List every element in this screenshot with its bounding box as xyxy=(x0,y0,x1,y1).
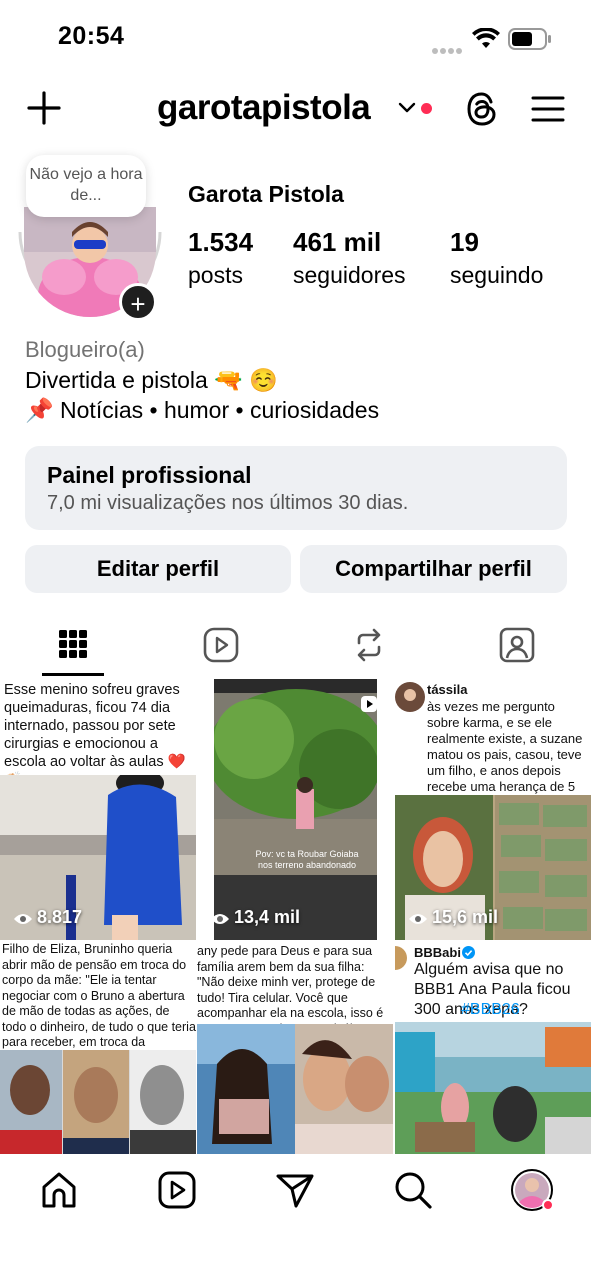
view-count: 15,6 mil xyxy=(432,907,499,927)
author-avatar xyxy=(395,946,407,970)
signal-dots-icon xyxy=(432,41,464,54)
view-count: 8.817 xyxy=(37,907,83,927)
active-tab-indicator xyxy=(42,673,104,676)
bio-line-2: 📌 Notícias • humor • curiosidades xyxy=(25,397,380,423)
reels-icon[interactable] xyxy=(155,1168,199,1212)
chevron-down-icon[interactable] xyxy=(397,100,417,116)
grid-icon[interactable] xyxy=(53,624,93,666)
post-image xyxy=(0,1050,196,1154)
post-author: tássila xyxy=(427,682,468,697)
grid-post-5[interactable]: any pede para Deus e para sua família ar… xyxy=(197,942,393,1154)
dashboard-subtitle: 7,0 mi visualizações nos últimos 30 dias… xyxy=(47,492,409,514)
following-count[interactable]: 19 xyxy=(450,227,479,258)
battery-icon xyxy=(508,28,551,50)
eye-icon xyxy=(211,914,229,924)
status-time: 20:54 xyxy=(58,22,125,50)
username-title[interactable]: garotapistola xyxy=(157,88,371,128)
post-image xyxy=(197,1024,393,1154)
notification-dot xyxy=(421,103,432,114)
post-image xyxy=(395,1022,591,1154)
wifi-icon xyxy=(472,28,500,48)
menu-icon[interactable] xyxy=(530,94,566,124)
profile-note[interactable]: Não vejo a hora de... xyxy=(26,155,146,217)
reels-tab-icon[interactable] xyxy=(201,624,241,666)
bio-line-1: Divertida e pistola 🔫 ☺️ xyxy=(25,367,278,393)
posts-count[interactable]: 1.534 xyxy=(188,227,253,258)
view-count: 13,4 mil xyxy=(234,907,301,927)
dashboard-title: Painel profissional xyxy=(47,462,252,488)
followers-count[interactable]: 461 mil xyxy=(293,227,381,258)
tagged-icon[interactable] xyxy=(497,624,537,666)
followers-label[interactable]: seguidores xyxy=(293,262,406,289)
edit-profile-button[interactable]: Editar perfil xyxy=(25,545,291,593)
posts-label[interactable]: posts xyxy=(188,262,243,289)
author-avatar xyxy=(395,682,425,712)
verified-icon xyxy=(462,946,475,959)
grid-post-3[interactable]: tássila às vezes me pergunto sobre karma… xyxy=(395,679,591,940)
search-icon[interactable] xyxy=(391,1168,435,1212)
grid-post-4[interactable]: Filho de Eliza, Bruninho queria abrir mã… xyxy=(0,942,196,1154)
post-caption: Esse menino sofreu graves queimaduras, f… xyxy=(4,682,186,788)
post-overlay: Pov: vc ta Roubar Goiaba nos terreno aba… xyxy=(255,849,359,870)
share-profile-button[interactable]: Compartilhar perfil xyxy=(300,545,567,593)
direct-icon[interactable] xyxy=(273,1168,317,1212)
grid-post-1[interactable]: Esse menino sofreu graves queimaduras, f… xyxy=(0,679,196,940)
create-icon[interactable] xyxy=(24,86,64,130)
grid-post-2[interactable]: Pov: vc ta Roubar Goiaba nos terreno aba… xyxy=(197,679,393,940)
eye-icon xyxy=(409,914,427,924)
add-story-button[interactable]: + xyxy=(119,283,157,321)
reel-icon xyxy=(361,696,377,712)
home-icon[interactable] xyxy=(37,1168,81,1212)
eye-icon xyxy=(14,914,32,924)
reposts-icon[interactable] xyxy=(349,624,389,666)
grid-post-6[interactable]: BBBabi Alguém avisa que no BBB1 Ana Paul… xyxy=(395,942,591,1154)
post-hashtag: #BBB26 xyxy=(461,1001,520,1018)
post-image xyxy=(214,679,377,940)
threads-icon[interactable] xyxy=(464,90,500,128)
profile-category: Blogueiro(a) xyxy=(25,337,145,362)
following-label[interactable]: seguindo xyxy=(450,262,543,289)
display-name: Garota Pistola xyxy=(188,181,344,207)
profile-avatar[interactable] xyxy=(511,1168,555,1212)
post-author: BBBabi xyxy=(414,945,461,960)
